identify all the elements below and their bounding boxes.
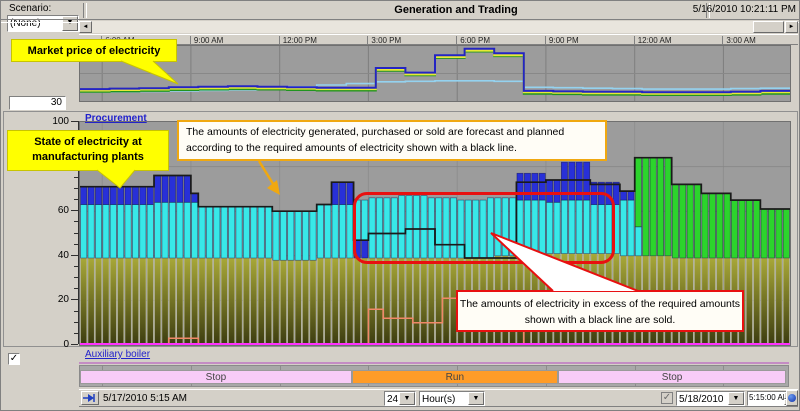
state-of-electricity-callout: State of electricity at manufacturing pl… <box>7 130 169 171</box>
duration-value-combobox[interactable]: 24 ▼ <box>384 391 416 406</box>
chevron-down-icon[interactable]: ▼ <box>728 392 744 405</box>
time-tick-label: 9:00 PM <box>545 36 579 45</box>
time-tick-label: 12:00 PM <box>279 36 317 45</box>
duration-unit: Hour(s) <box>420 392 468 405</box>
start-datetime-label: 5/17/2010 5:15 AM <box>103 393 187 405</box>
time-tick-label: 9:00 AM <box>190 36 223 45</box>
chevron-down-icon[interactable]: ▼ <box>468 392 484 405</box>
time-scrollbar[interactable]: ◄ ► <box>79 21 798 33</box>
time-axis-header: 6:00 AM9:00 AM12:00 PM3:00 PM6:00 PM9:00… <box>79 34 798 45</box>
price-axis-value-field[interactable]: 30 <box>9 96 66 110</box>
end-date-value: 5/18/2010 <box>677 392 728 405</box>
pin-start-button[interactable] <box>81 391 99 405</box>
scroll-left-icon[interactable]: ◄ <box>79 21 92 33</box>
market-price-callout: Market price of electricity <box>11 39 177 62</box>
auxiliary-boiler-gantt: StopRunStop <box>79 365 789 387</box>
scroll-right-icon[interactable]: ► <box>785 21 798 33</box>
time-range-toolbar: 5/17/2010 5:15 AM 24 ▼ Hour(s) ▼ ✓ 5/18/… <box>79 389 798 407</box>
scrollbar-thumb[interactable] <box>753 21 784 33</box>
time-tick-label: 6:00 PM <box>456 36 490 45</box>
gantt-divider-line <box>79 362 789 364</box>
header-separator <box>83 3 87 18</box>
market-price-chart <box>79 45 791 102</box>
scenario-combobox[interactable]: (None) ▼ <box>7 15 79 32</box>
scenario-label: Scenario: <box>9 3 51 15</box>
gantt-segment-stop[interactable]: Stop <box>80 370 352 384</box>
duration-value: 24 <box>385 392 399 405</box>
end-date-combobox[interactable]: 5/18/2010 ▼ <box>676 391 745 406</box>
gantt-segment-run[interactable]: Run <box>352 370 558 384</box>
end-time-value: 5:15:00 AM <box>748 392 784 405</box>
excess-highlight-outline <box>353 192 615 264</box>
time-tick-label: 3:00 AM <box>722 36 755 45</box>
clock-timestamp: 5/16/2010 10:21:11 PM <box>679 4 796 16</box>
auxiliary-boiler-checkbox[interactable]: ✓ <box>8 353 20 365</box>
globe-icon <box>788 394 796 402</box>
forecast-note-callout: The amounts of electricity generated, pu… <box>177 120 607 161</box>
chevron-down-icon[interactable]: ▼ <box>399 392 415 405</box>
auxiliary-boiler-link[interactable]: Auxiliary boiler <box>85 349 150 360</box>
duration-unit-combobox[interactable]: Hour(s) ▼ <box>419 391 485 406</box>
gantt-segment-stop[interactable]: Stop <box>558 370 787 384</box>
page-title: Generation and Trading <box>251 4 661 16</box>
time-tick-label: 12:00 AM <box>634 36 672 45</box>
procurement-link[interactable]: Procurement <box>85 113 147 124</box>
pin-icon <box>82 392 98 404</box>
excess-note-callout: The amounts of electricity in excess of … <box>456 290 744 332</box>
app-window: Scenario: (None) ▼ Generation and Tradin… <box>0 0 800 411</box>
apply-time-button[interactable] <box>786 390 798 406</box>
time-tick-label: 3:00 PM <box>367 36 401 45</box>
end-time-checkbox[interactable]: ✓ <box>661 392 673 404</box>
